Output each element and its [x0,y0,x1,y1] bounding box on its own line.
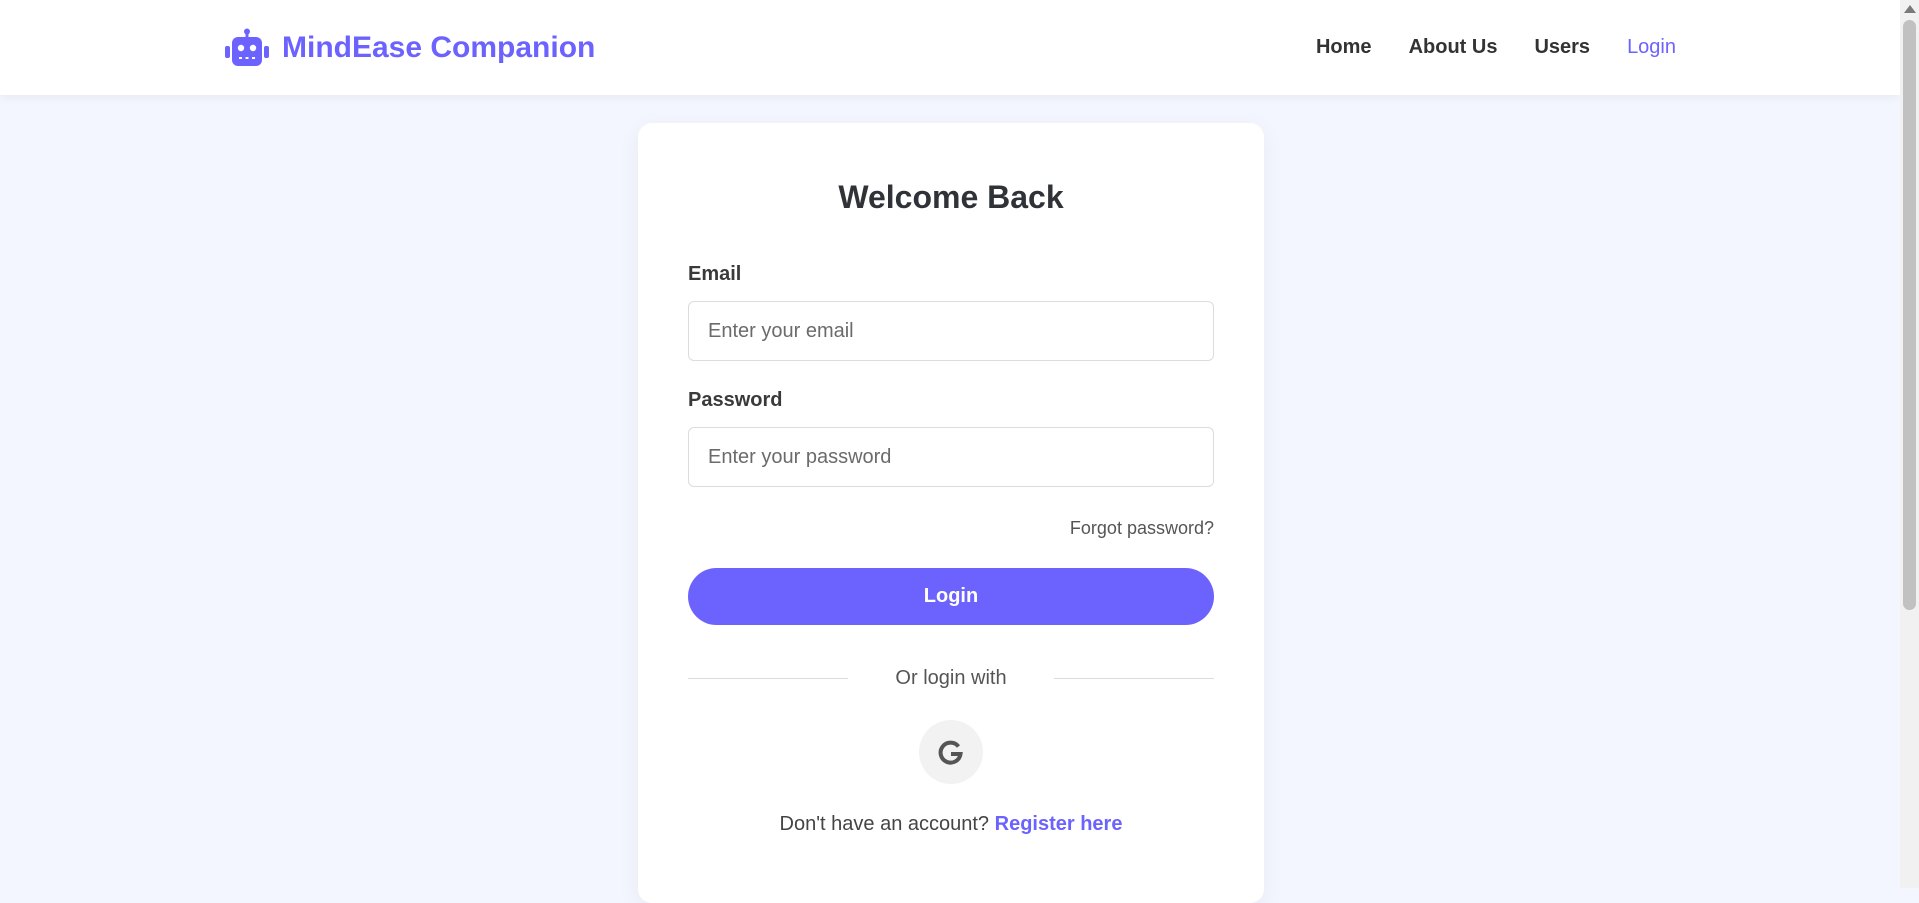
register-prompt-text: Don't have an account? [779,813,990,835]
scrollbar-thumb[interactable] [1903,20,1916,610]
password-label: Password [688,389,783,411]
register-prompt: Don't have an account? Register here [638,813,1264,836]
nav-home[interactable]: Home [1316,36,1372,59]
nav-users[interactable]: Users [1534,36,1590,59]
login-card: Welcome Back Email Password Forgot passw… [638,123,1264,903]
nav-login[interactable]: Login [1627,36,1676,59]
google-icon [938,740,963,765]
brand-name: MindEase Companion [282,31,596,64]
forgot-password-link[interactable]: Forgot password? [1070,518,1214,539]
divider-line-right [1054,678,1214,679]
robot-icon [225,28,269,66]
nav-menu: Home About Us Users Login [1316,36,1676,59]
login-button[interactable]: Login [688,568,1214,625]
nav-about-us[interactable]: About Us [1409,36,1498,59]
top-navbar: MindEase Companion Home About Us Users L… [0,0,1900,95]
scrollbar[interactable] [1900,0,1919,888]
password-field[interactable] [688,427,1214,487]
login-title: Welcome Back [838,179,1064,215]
google-login-button[interactable] [919,720,983,784]
scroll-up-icon[interactable] [1904,5,1916,13]
email-field[interactable] [688,301,1214,361]
email-label: Email [688,263,742,285]
register-link[interactable]: Register here [995,813,1123,835]
brand-logo[interactable]: MindEase Companion [224,28,595,68]
